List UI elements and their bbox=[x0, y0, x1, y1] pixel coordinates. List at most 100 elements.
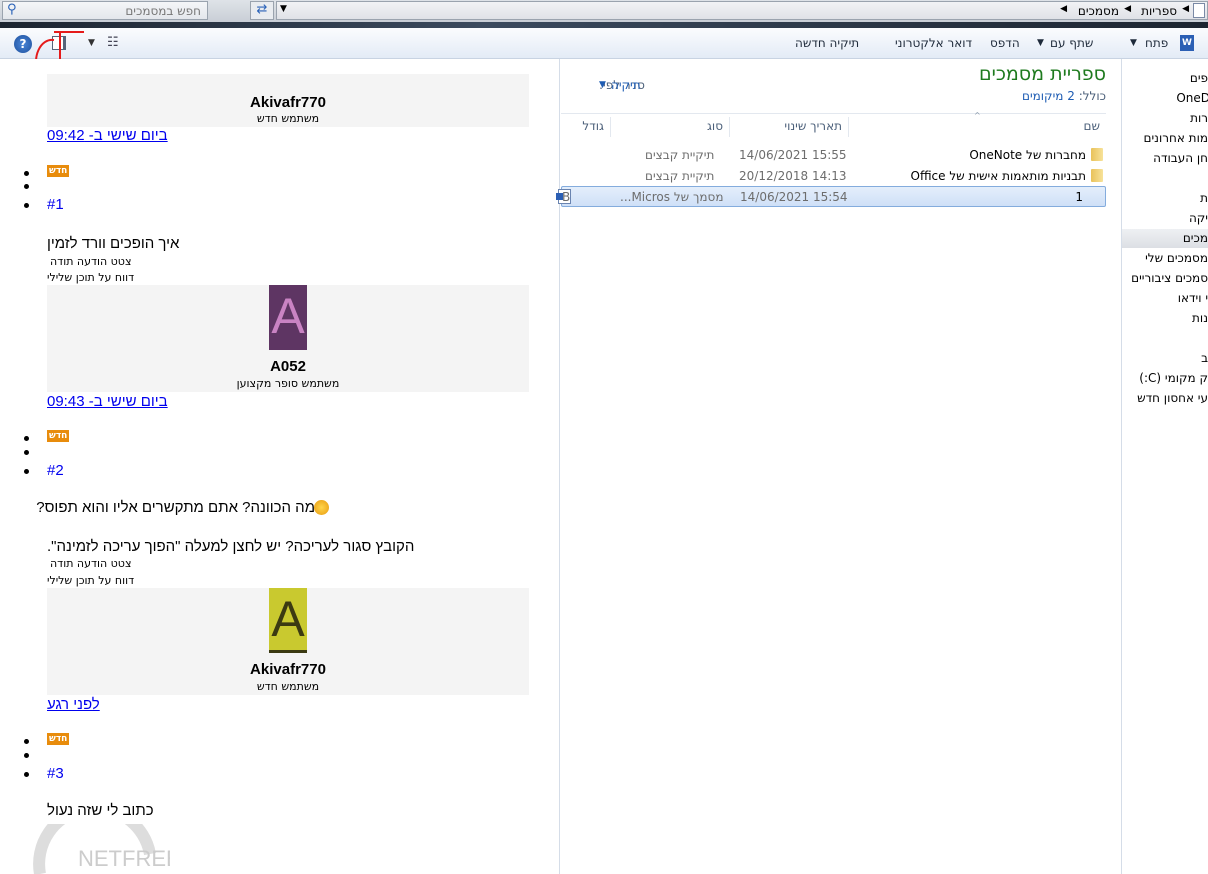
open-button[interactable]: פתח bbox=[1145, 36, 1168, 50]
search-icon: ⚲ bbox=[7, 2, 17, 17]
search-input[interactable]: ⚲ חפש במסמכים bbox=[2, 1, 208, 20]
file-name[interactable]: תבניות מותאמות אישית של Office bbox=[911, 169, 1087, 183]
netfree-watermark-logo: NETFREE bbox=[33, 824, 170, 874]
view-options-icon[interactable]: ☷ bbox=[107, 35, 119, 50]
column-header-name[interactable]: שם bbox=[848, 117, 1106, 137]
file-date: 20/12/2018 14:13 bbox=[739, 169, 847, 183]
new-badge: חדש bbox=[47, 165, 70, 177]
word-icon: W bbox=[1180, 35, 1194, 51]
folder-icon bbox=[1091, 148, 1103, 161]
breadcrumb-arrow-icon[interactable]: ◀ bbox=[1060, 4, 1067, 14]
list-bullet bbox=[24, 739, 29, 744]
nav-item[interactable]: רות bbox=[1190, 111, 1208, 125]
avatar[interactable]: A bbox=[269, 285, 307, 350]
post-body: כתוב לי שזה נעול bbox=[47, 802, 154, 819]
nav-item-public-documents[interactable]: סמכים ציבוריים bbox=[1131, 271, 1208, 285]
quote-thanks-links[interactable]: צטט הודעה תודה bbox=[50, 255, 131, 268]
library-title: ספריית מסמכים bbox=[979, 63, 1106, 85]
wink-emoji-icon bbox=[314, 500, 329, 515]
arrange-dropdown-icon[interactable]: ▼ bbox=[599, 80, 606, 90]
nav-item-desktop[interactable]: חן העבודה bbox=[1153, 151, 1208, 165]
nav-item-videos[interactable]: י וידאו bbox=[1178, 291, 1208, 305]
breadcrumb-arrow-icon[interactable]: ◀ bbox=[1182, 4, 1189, 14]
refresh-button[interactable]: ⇄ bbox=[250, 1, 274, 20]
arrange-by-dropdown[interactable]: תיקיה bbox=[611, 78, 641, 92]
email-button[interactable]: דואר אלקטרוני bbox=[895, 36, 972, 50]
file-list-pane: ספריית מסמכים כולל: 2 מיקומים סדר לפי: ת… bbox=[556, 59, 1121, 874]
column-header-type[interactable]: סוג bbox=[610, 117, 729, 137]
navigation-pane: פים OneD רות מות אחרונים חן העבודה ת יקה… bbox=[1121, 59, 1208, 874]
locations-link[interactable]: 2 מיקומים bbox=[1022, 89, 1075, 103]
user-rank: משתמש חדש bbox=[256, 112, 320, 125]
nav-item-pictures[interactable]: נות bbox=[1192, 311, 1208, 325]
library-includes: כולל: 2 מיקומים bbox=[1022, 89, 1106, 103]
post-time-link[interactable]: ביום שישי ב- 09:42 bbox=[47, 127, 168, 144]
quote-thanks-links[interactable]: צטט הודעה תודה bbox=[50, 557, 131, 570]
file-row[interactable]: תבניות מותאמות אישית של Office 20/12/201… bbox=[561, 166, 1106, 187]
user-rank: משתמש סופר מקצוען bbox=[236, 377, 340, 390]
nav-item-libraries[interactable]: ת bbox=[1200, 191, 1208, 205]
nav-item-new-storage[interactable]: עי אחסון חדש bbox=[1137, 391, 1208, 405]
user-card: A A052 משתמש סופר מקצוען bbox=[47, 285, 529, 392]
folder-icon bbox=[1091, 169, 1103, 182]
file-name[interactable]: 1 bbox=[1075, 190, 1083, 204]
post-body: מה הכוונה? אתם מתקשרים אליו והוא תפוס? bbox=[36, 499, 315, 516]
new-folder-button[interactable]: תיקיה חדשה bbox=[795, 36, 859, 50]
search-placeholder: חפש במסמכים bbox=[125, 4, 201, 18]
post-number-link[interactable]: #3 bbox=[47, 765, 64, 782]
list-bullet bbox=[24, 171, 29, 176]
address-bar[interactable]: ▼ ◀ ספריות ◀ מסמכים ◀ bbox=[276, 1, 1208, 20]
file-type: תיקיית קבצים bbox=[645, 169, 715, 183]
user-card: A Akivafr770 משתמש חדש bbox=[47, 588, 529, 695]
file-type: ...Micros מסמך של bbox=[620, 190, 724, 204]
list-bullet bbox=[24, 772, 29, 777]
post-body: איך הופכים וורד לזמין bbox=[47, 235, 180, 252]
nav-item-local-disk[interactable]: ק מקומי (C:) bbox=[1139, 371, 1208, 385]
breadcrumb-documents[interactable]: מסמכים bbox=[1078, 4, 1119, 18]
share-with-button[interactable]: שתף עם bbox=[1050, 36, 1093, 50]
view-dropdown-icon[interactable]: ▼ bbox=[88, 38, 95, 48]
nav-item[interactable]: פים bbox=[1190, 71, 1208, 85]
column-header-size[interactable]: גודל bbox=[561, 117, 610, 137]
report-link[interactable]: דווח על תוכן שלילי bbox=[47, 271, 134, 284]
file-row-selected[interactable]: 1 14/06/2021 15:54 ...Micros מסמך של B bbox=[556, 186, 1106, 207]
nav-item-recent-places[interactable]: מות אחרונים bbox=[1144, 131, 1208, 145]
forum-thread-pane: Akivafr770 משתמש חדש ביום שישי ב- 09:42 … bbox=[0, 59, 560, 874]
post-time-link[interactable]: ביום שישי ב- 09:43 bbox=[47, 393, 168, 410]
breadcrumb-arrow-icon[interactable]: ◀ bbox=[1124, 4, 1131, 14]
file-row[interactable]: OneNote מחברות של 14/06/2021 15:55 תיקיי… bbox=[561, 145, 1106, 166]
username[interactable]: Akivafr770 bbox=[47, 661, 529, 678]
nav-item-music[interactable]: יקה bbox=[1189, 211, 1208, 225]
svg-text:NETFREE: NETFREE bbox=[78, 846, 170, 871]
open-dropdown-icon[interactable]: ▼ bbox=[1130, 38, 1137, 48]
column-header-date[interactable]: תאריך שינוי bbox=[729, 117, 848, 137]
list-bullet bbox=[24, 469, 29, 474]
nav-item-computer[interactable]: ב bbox=[1201, 351, 1208, 365]
post-number-link[interactable]: #2 bbox=[47, 462, 64, 479]
print-button[interactable]: הדפס bbox=[990, 36, 1020, 50]
post-number-link[interactable]: #1 bbox=[47, 196, 64, 213]
file-type: תיקיית קבצים bbox=[645, 148, 715, 162]
username[interactable]: Akivafr770 bbox=[47, 94, 529, 111]
username[interactable]: A052 bbox=[47, 358, 529, 375]
user-card: Akivafr770 משתמש חדש bbox=[47, 74, 529, 127]
list-bullet bbox=[24, 753, 29, 758]
address-dropdown-icon[interactable]: ▼ bbox=[280, 4, 287, 14]
file-date: 14/06/2021 15:54 bbox=[740, 190, 848, 204]
nav-item-documents[interactable]: מכים bbox=[1183, 231, 1208, 245]
nav-item-onedrive[interactable]: OneD bbox=[1176, 91, 1208, 105]
user-rank: משתמש חדש bbox=[256, 680, 320, 693]
nav-item-my-documents[interactable]: מסמכים שלי bbox=[1145, 251, 1208, 265]
new-badge: חדש bbox=[47, 430, 70, 442]
list-bullet bbox=[24, 436, 29, 441]
list-bullet bbox=[24, 184, 29, 189]
report-link[interactable]: דווח על תוכן שלילי bbox=[47, 574, 134, 587]
title-bar: ⚲ חפש במסמכים ⇄ ▼ ◀ ספריות ◀ מסמכים ◀ bbox=[0, 0, 1208, 22]
breadcrumb-libraries[interactable]: ספריות bbox=[1141, 4, 1177, 18]
share-dropdown-icon[interactable]: ▼ bbox=[1037, 38, 1044, 48]
file-name[interactable]: OneNote מחברות של bbox=[969, 148, 1086, 162]
post-time-link[interactable]: לפני רגע bbox=[47, 696, 100, 713]
avatar[interactable]: A bbox=[269, 588, 307, 653]
column-header-divider bbox=[561, 113, 1106, 114]
file-date: 14/06/2021 15:55 bbox=[739, 148, 847, 162]
